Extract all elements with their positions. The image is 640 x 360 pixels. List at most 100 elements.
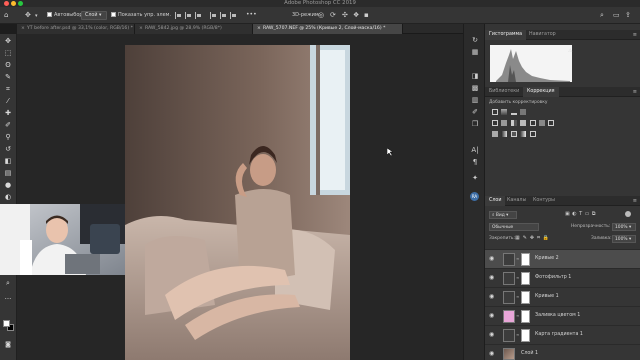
layer-row-color-fill-1[interactable]: ◉ ∞ Заливка цветом 1	[485, 306, 640, 325]
photo-filter-icon[interactable]	[529, 120, 536, 126]
auto-select-dropdown[interactable]: Слой ▾	[81, 11, 107, 20]
layer-filter-icons[interactable]: ▣◐T▭⧉	[565, 211, 598, 217]
blur-icon[interactable]: ●	[2, 180, 14, 191]
scale-3d-icon[interactable]: ▪	[364, 11, 369, 19]
selective-color-icon[interactable]	[529, 131, 536, 137]
layer-kind-filter[interactable]: ⌕ Вид ▾	[489, 211, 517, 219]
healing-icon[interactable]: ✚	[2, 108, 14, 119]
history-icon[interactable]: ↻	[470, 36, 480, 45]
visibility-eye-icon[interactable]: ◉	[489, 351, 494, 357]
patterns-icon[interactable]: ❒	[470, 120, 480, 129]
layer-row-curves-2[interactable]: ◉ ∞ Кривые 2	[485, 249, 640, 268]
move-icon[interactable]: ✥	[2, 36, 14, 47]
tab-histogram[interactable]: Гистограмма	[485, 30, 527, 40]
layer-row-photo-filter-1[interactable]: ◉ ∞ Фотофильтр 1	[485, 268, 640, 287]
align-top-icon[interactable]	[210, 12, 216, 19]
tab-libraries[interactable]: Библиотеки	[485, 87, 523, 97]
layer-row-curves-1[interactable]: ◉ ∞ Кривые 1	[485, 287, 640, 306]
layer-row-layer-1[interactable]: ◉ Слой 1	[485, 344, 640, 360]
history-brush-icon[interactable]: ↺	[2, 144, 14, 155]
tab-yt-before-after[interactable]: × YT before after.psd @ 33,1% (color, RGB…	[17, 24, 135, 34]
paragraph-icon[interactable]: ¶	[470, 158, 480, 167]
visibility-eye-icon[interactable]: ◉	[489, 313, 494, 319]
chevron-down-icon[interactable]: ▾	[35, 12, 38, 20]
more-tools-icon[interactable]: ···	[2, 294, 14, 305]
black-white-icon[interactable]	[520, 120, 527, 126]
styles-icon[interactable]: ✦	[470, 174, 480, 183]
filter-toggle-icon[interactable]	[625, 211, 631, 217]
align-left-icon[interactable]	[175, 12, 181, 19]
foreground-color-swatch[interactable]	[3, 320, 10, 327]
tab-adjustments[interactable]: Коррекция	[523, 87, 559, 97]
dodge-icon[interactable]: ◐	[2, 192, 14, 203]
panel-menu-icon[interactable]: ≡	[633, 89, 637, 95]
quick-mask-icon[interactable]: ◙	[2, 339, 14, 350]
swatches-icon[interactable]: ▩	[470, 84, 480, 93]
eyedropper-icon[interactable]: ⁄	[2, 96, 14, 107]
visibility-eye-icon[interactable]: ◉	[489, 275, 494, 281]
align-right-icon[interactable]	[195, 12, 201, 19]
lock-options-icons[interactable]: ▦✎✥⌗🔒	[515, 235, 552, 241]
auto-select-checkbox[interactable]	[47, 12, 52, 17]
home-icon[interactable]: ⌂	[4, 11, 8, 19]
move-tool-icon[interactable]: ✥	[25, 11, 31, 19]
align-center-icon[interactable]	[185, 12, 191, 19]
gradient-map-icon[interactable]	[520, 131, 527, 137]
zoom-icon[interactable]: ⌕	[2, 278, 14, 289]
color-icon[interactable]: ◨	[470, 72, 480, 81]
gradients-icon[interactable]: ▥	[470, 96, 480, 105]
document-photo[interactable]	[125, 45, 350, 360]
stamp-icon[interactable]: ⚲	[2, 132, 14, 143]
color-balance-icon[interactable]	[510, 120, 517, 126]
warning-icon[interactable]: ⚠	[568, 48, 572, 54]
vibrance-icon[interactable]	[492, 120, 498, 126]
ra-account-icon[interactable]: RA	[470, 192, 479, 201]
tab-navigator[interactable]: Навигатор	[525, 30, 560, 40]
panel-menu-icon[interactable]: ≡	[633, 198, 637, 204]
fill-field[interactable]: 100% ▾	[612, 235, 636, 243]
curves-icon[interactable]	[510, 109, 517, 115]
brush-settings-icon[interactable]: ✐	[470, 108, 480, 117]
tab-channels[interactable]: Каналы	[503, 196, 530, 206]
marquee-icon[interactable]: ⬚	[2, 48, 14, 59]
more-options-icon[interactable]: •••	[246, 11, 257, 19]
layer-row-gradient-map-1[interactable]: ◉ ∞ Карта градиента 1	[485, 325, 640, 344]
panel-menu-icon[interactable]: ≡	[633, 32, 637, 38]
color-lookup-icon[interactable]	[548, 120, 555, 126]
visibility-eye-icon[interactable]: ◉	[489, 332, 494, 338]
blend-mode-dropdown[interactable]: Обычные	[489, 223, 539, 231]
opacity-field[interactable]: 100% ▾	[612, 223, 636, 231]
properties-icon[interactable]: ▦	[470, 48, 480, 57]
pan-3d-icon[interactable]: ✣	[342, 11, 348, 19]
brush-icon[interactable]: ✐	[2, 120, 14, 131]
share-icon[interactable]: ⇪	[625, 11, 631, 19]
gradient-icon[interactable]: ▤	[2, 168, 14, 179]
crop-icon[interactable]: ⌗	[2, 84, 14, 95]
visibility-eye-icon[interactable]: ◉	[489, 256, 494, 262]
hue-saturation-icon[interactable]	[501, 120, 508, 126]
orbit-3d-icon[interactable]: ◎	[318, 11, 324, 19]
align-middle-icon[interactable]	[220, 12, 226, 19]
quick-select-icon[interactable]: ✎	[2, 72, 14, 83]
posterize-icon[interactable]	[501, 131, 508, 137]
levels-icon[interactable]	[501, 109, 508, 115]
brightness-icon[interactable]	[492, 109, 498, 115]
align-bottom-icon[interactable]	[230, 12, 236, 19]
tab-raw-5842[interactable]: × RAW_5842.jpg @ 28,9% (RGB/8*)	[135, 24, 253, 34]
lasso-icon[interactable]: ʘ	[2, 60, 14, 71]
visibility-eye-icon[interactable]: ◉	[489, 294, 494, 300]
exposure-icon[interactable]	[520, 109, 527, 115]
eraser-icon[interactable]: ◧	[2, 156, 14, 167]
layer-name: Слой 1	[521, 351, 539, 356]
search-icon[interactable]: ⌕	[600, 11, 604, 19]
character-icon[interactable]: A|	[470, 146, 480, 155]
tab-raw-5707[interactable]: × RAW_5707.NEF @ 25% (Кривые 2, Слой-маск…	[253, 24, 403, 34]
workspace-icon[interactable]: ▭	[613, 11, 620, 19]
tab-paths[interactable]: Контуры	[529, 196, 559, 206]
show-transform-checkbox[interactable]	[111, 12, 116, 17]
slide-3d-icon[interactable]: ❖	[353, 11, 359, 19]
invert-icon[interactable]	[492, 131, 498, 137]
roll-3d-icon[interactable]: ⟳	[330, 11, 336, 19]
channel-mixer-icon[interactable]	[538, 120, 545, 126]
threshold-icon[interactable]	[510, 131, 517, 137]
